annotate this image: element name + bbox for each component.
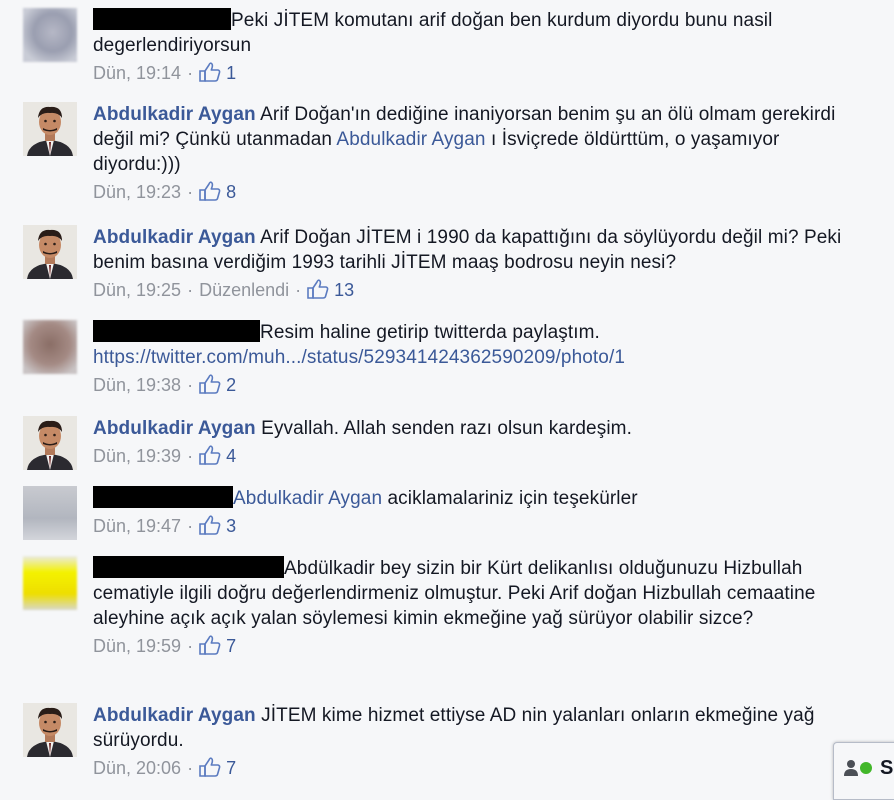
thumbs-up-icon[interactable] <box>199 515 221 540</box>
redacted-author-name <box>93 320 260 342</box>
like-button[interactable]: 8 <box>199 181 236 202</box>
author-mention-link[interactable]: Abdulkadir Aygan <box>336 129 485 150</box>
like-button[interactable]: 2 <box>199 374 236 395</box>
author-name[interactable]: Abdulkadir Aygan <box>93 227 256 248</box>
meta-separator: · <box>187 63 194 83</box>
comment-body: Abdulkadir Aygan Arif Doğan JİTEM i 1990… <box>93 225 863 304</box>
thumbs-up-icon[interactable] <box>199 445 221 470</box>
comment-body: Abdülkadir bey sizin bir Kürt delikanlıs… <box>93 556 863 660</box>
thumbs-up-icon[interactable] <box>199 635 221 660</box>
comment-text: Peki JİTEM komutanı arif doğan ben kurdu… <box>93 8 863 58</box>
like-count[interactable]: 3 <box>226 516 236 536</box>
comment-timestamp[interactable]: Dün, 19:23 <box>93 182 181 202</box>
comment-meta: Dün, 19:59 · 7 <box>93 635 863 660</box>
comment-thread: Peki JİTEM komutanı arif doğan ben kurdu… <box>0 0 894 792</box>
like-count[interactable]: 4 <box>226 446 236 466</box>
like-count[interactable]: 7 <box>226 636 236 656</box>
thumbs-up-icon[interactable] <box>199 374 221 399</box>
avatar[interactable] <box>23 486 77 540</box>
meta-separator: · <box>187 758 194 778</box>
comment-meta: Dün, 19:14 · 1 <box>93 62 863 87</box>
meta-separator: · <box>187 636 194 656</box>
redacted-author-name <box>93 486 233 508</box>
online-friends-icon <box>844 760 872 776</box>
external-link[interactable]: https://twitter.com/muh.../status/529341… <box>93 347 625 368</box>
avatar[interactable] <box>23 8 77 62</box>
like-count[interactable]: 13 <box>334 280 354 300</box>
comment-meta: Dün, 19:25 · Düzenlendi · 13 <box>93 279 863 304</box>
avatar[interactable] <box>23 320 77 374</box>
comment-timestamp[interactable]: Dün, 20:06 <box>93 758 181 778</box>
comment-timestamp[interactable]: Dün, 19:59 <box>93 636 181 656</box>
comment-text: Resim haline getirip twitterda paylaştım… <box>93 320 863 370</box>
comment-message: Eyvallah. Allah senden razı olsun kardeş… <box>261 418 632 439</box>
comment-timestamp[interactable]: Dün, 19:38 <box>93 375 181 395</box>
meta-separator: · <box>187 182 194 202</box>
thumbs-up-icon[interactable] <box>199 181 221 206</box>
like-button[interactable]: 3 <box>199 515 236 536</box>
like-count[interactable]: 8 <box>226 182 236 202</box>
like-count[interactable]: 2 <box>226 375 236 395</box>
meta-separator: · <box>187 446 194 466</box>
author-name[interactable]: Abdulkadir Aygan <box>93 104 256 125</box>
avatar[interactable] <box>23 703 77 757</box>
meta-separator: · <box>187 375 194 395</box>
comment-text: Abdulkadir Aygan Eyvallah. Allah senden … <box>93 416 863 441</box>
like-button[interactable]: 1 <box>199 62 236 83</box>
comment-body: Abdulkadir Aygan Eyvallah. Allah senden … <box>93 416 863 470</box>
avatar[interactable] <box>23 225 77 279</box>
like-count[interactable]: 7 <box>226 758 236 778</box>
redacted-author-name <box>93 8 231 30</box>
comment-meta: Dün, 20:06 · 7 <box>93 757 863 782</box>
comment-body: Peki JİTEM komutanı arif doğan ben kurdu… <box>93 8 863 87</box>
avatar[interactable] <box>23 416 77 470</box>
comment-text: Abdulkadir Aygan JİTEM kime hizmet ettiy… <box>93 703 863 753</box>
comment-text: Abdulkadir Aygan aciklamalariniz için te… <box>93 486 863 511</box>
thumbs-up-icon[interactable] <box>199 757 221 782</box>
comment-timestamp[interactable]: Dün, 19:14 <box>93 63 181 83</box>
avatar[interactable] <box>23 102 77 156</box>
meta-separator: · <box>187 516 194 536</box>
author-name[interactable]: Abdulkadir Aygan <box>93 705 256 726</box>
comment-body: Abdulkadir Aygan Arif Doğan'ın dediğine … <box>93 102 863 206</box>
comment-body: Abdulkadir Aygan JİTEM kime hizmet ettiy… <box>93 703 863 782</box>
author-name[interactable]: Abdulkadir Aygan <box>93 418 256 439</box>
comment-timestamp[interactable]: Dün, 19:25 <box>93 280 181 300</box>
chat-sidebar-tab[interactable]: S <box>833 742 894 800</box>
like-button[interactable]: 7 <box>199 635 236 656</box>
chat-label: S <box>880 757 894 779</box>
avatar[interactable] <box>23 556 77 610</box>
comment-text: Abdulkadir Aygan Arif Doğan JİTEM i 1990… <box>93 225 863 275</box>
comment-text: Abdulkadir Aygan Arif Doğan'ın dediğine … <box>93 102 863 177</box>
comment-timestamp[interactable]: Dün, 19:47 <box>93 516 181 536</box>
comment-timestamp[interactable]: Dün, 19:39 <box>93 446 181 466</box>
comment-meta: Dün, 19:38 · 2 <box>93 374 863 399</box>
like-button[interactable]: 7 <box>199 757 236 778</box>
redacted-author-name <box>93 556 284 578</box>
thumbs-up-icon[interactable] <box>307 279 329 304</box>
like-button[interactable]: 13 <box>307 279 354 300</box>
comment-message: aciklamalariniz için teşekürler <box>382 488 638 509</box>
like-button[interactable]: 4 <box>199 445 236 466</box>
comment-meta: Dün, 19:39 · 4 <box>93 445 863 470</box>
like-count[interactable]: 1 <box>226 63 236 83</box>
comment-body: Resim haline getirip twitterda paylaştım… <box>93 320 863 399</box>
comment-text: Abdülkadir bey sizin bir Kürt delikanlıs… <box>93 556 863 631</box>
meta-separator: · <box>187 280 194 300</box>
edited-label[interactable]: Düzenlendi <box>199 280 289 300</box>
meta-separator: · <box>295 280 302 300</box>
thumbs-up-icon[interactable] <box>199 62 221 87</box>
comment-message: Resim haline getirip twitterda paylaştım… <box>260 322 600 343</box>
author-mention-link[interactable]: Abdulkadir Aygan <box>233 488 382 509</box>
comment-meta: Dün, 19:47 · 3 <box>93 515 863 540</box>
comment-meta: Dün, 19:23 · 8 <box>93 181 863 206</box>
comment-body: Abdulkadir Aygan aciklamalariniz için te… <box>93 486 863 540</box>
